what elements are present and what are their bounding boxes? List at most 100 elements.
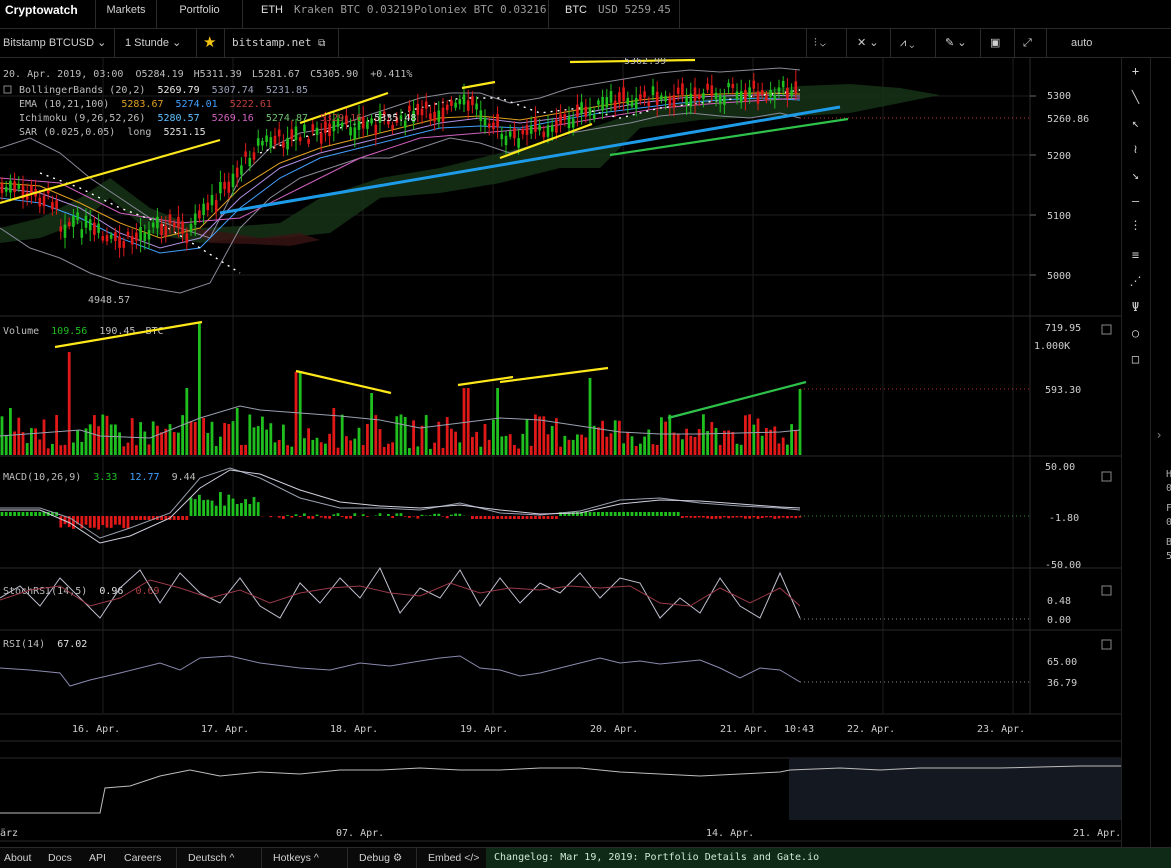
changelog-banner[interactable]: Changelog: Mar 19, 2019: Portfolio Detai… bbox=[486, 848, 1171, 868]
nav-portfolio[interactable]: Portfolio bbox=[157, 0, 243, 28]
candle-body bbox=[169, 214, 172, 223]
crosshair-tool-icon[interactable]: + bbox=[1122, 64, 1149, 78]
close-pane-icon[interactable] bbox=[1102, 586, 1111, 595]
candle-body bbox=[429, 113, 432, 119]
candle-body bbox=[417, 104, 420, 115]
volume-bar bbox=[68, 352, 71, 455]
candle-body bbox=[249, 158, 252, 166]
navigator-window[interactable] bbox=[789, 758, 1121, 820]
trading-chart[interactable]: 5300 5200 5100 5000 5260.86 4948.57 5362… bbox=[0, 58, 1121, 848]
indicators-button[interactable]: ⩘ ⌄ bbox=[900, 29, 914, 57]
curve-tool-icon[interactable]: ≀ bbox=[1122, 142, 1149, 156]
svg-text:20. Apr. 2019, 03:00 O52: 20. Apr. 2019, 03:00 O5284.19 H5311.39 L… bbox=[3, 69, 412, 80]
close-pane-icon[interactable] bbox=[1102, 325, 1111, 334]
rectangle-tool-icon[interactable]: □ bbox=[1122, 352, 1149, 366]
volume-bars bbox=[1, 323, 802, 455]
market-selector[interactable]: Bitstamp BTCUSD ⌄ bbox=[3, 29, 106, 57]
hotkeys-button[interactable]: Hotkeys ^ bbox=[273, 848, 319, 868]
candle-body bbox=[114, 232, 117, 241]
candle-body bbox=[165, 226, 168, 237]
macd-bar bbox=[794, 516, 797, 518]
candle-body bbox=[610, 91, 613, 103]
embed-button[interactable]: Embed </> bbox=[428, 848, 479, 868]
footer-careers-link[interactable]: Careers bbox=[124, 848, 161, 868]
close-pane-icon[interactable] bbox=[1102, 472, 1111, 481]
chart-toolbar: Bitstamp BTCUSD ⌄ 1 Stunde ⌄ ★ bitstamp.… bbox=[0, 29, 1171, 58]
macd-bar bbox=[106, 516, 109, 528]
collapse-legend-icon[interactable] bbox=[4, 86, 11, 93]
volume-bar bbox=[475, 432, 478, 455]
macd-bar bbox=[517, 516, 520, 519]
fullscreen-button[interactable]: ⤢ bbox=[1023, 29, 1032, 57]
footer-api-link[interactable]: API bbox=[89, 848, 106, 868]
interval-selector[interactable]: 1 Stunde ⌄ bbox=[125, 29, 181, 57]
footer-docs-link[interactable]: Docs bbox=[48, 848, 72, 868]
volume-bar bbox=[164, 429, 167, 455]
pitchfork-tool-icon[interactable]: Ψ bbox=[1122, 300, 1149, 314]
draw-button[interactable]: ✎ ⌄ bbox=[945, 29, 967, 57]
volume-bar bbox=[639, 444, 642, 455]
volume-bar bbox=[127, 443, 130, 455]
vertical-line-tool-icon[interactable]: ⋮ bbox=[1122, 218, 1149, 232]
screenshot-button[interactable]: ▣ bbox=[990, 29, 1000, 57]
volume-bar bbox=[72, 442, 75, 455]
volume-bar bbox=[114, 425, 117, 455]
macd-bar bbox=[437, 514, 440, 516]
debug-button[interactable]: Debug ⚙ bbox=[359, 848, 402, 868]
line-tool-icon[interactable]: ╲ bbox=[1122, 90, 1149, 104]
fan-tool-icon[interactable]: ⋰ bbox=[1122, 274, 1149, 288]
compare-button[interactable]: ✕ ⌄ bbox=[857, 29, 879, 57]
macd-bar bbox=[89, 516, 92, 528]
candle-body bbox=[219, 182, 222, 193]
nav-markets[interactable]: Markets bbox=[96, 0, 157, 28]
candle-body bbox=[253, 152, 256, 159]
macd-bar bbox=[618, 512, 621, 516]
close-pane-icon[interactable] bbox=[1102, 640, 1111, 649]
arrow-tool-icon[interactable]: ↘ bbox=[1122, 168, 1149, 182]
language-selector[interactable]: Deutsch ^ bbox=[188, 848, 234, 868]
volume-bar bbox=[122, 446, 125, 455]
favorite-star-icon[interactable]: ★ bbox=[203, 29, 216, 57]
macd-bar bbox=[513, 516, 516, 519]
horizontal-line-tool-icon[interactable]: — bbox=[1122, 194, 1149, 208]
macd-bar bbox=[752, 516, 755, 517]
candle-body bbox=[1, 183, 4, 193]
ticker-btc[interactable]: BTC USD 5259.45 bbox=[549, 0, 680, 28]
interval-label: 1 Stunde bbox=[125, 37, 169, 49]
ray-tool-icon[interactable]: ↖ bbox=[1122, 116, 1149, 130]
volume-bar bbox=[47, 448, 50, 455]
volume-bar bbox=[530, 446, 533, 455]
expand-panel-icon[interactable]: › bbox=[1150, 428, 1168, 442]
candle-body bbox=[723, 97, 726, 105]
macd-bar bbox=[30, 512, 33, 516]
footer-about-link[interactable]: About bbox=[4, 848, 31, 868]
parallel-channel-tool-icon[interactable]: ≡ bbox=[1122, 248, 1149, 262]
candle-body bbox=[198, 210, 201, 218]
circle-tool-icon[interactable]: ○ bbox=[1122, 326, 1149, 340]
macd-bar bbox=[496, 516, 499, 519]
candle-body bbox=[265, 136, 268, 142]
volume-bar bbox=[736, 444, 739, 455]
stochrsi-pane: StochRSI(14,5) 0.96 0.69 0.48 0.00 bbox=[0, 568, 1111, 626]
candle-body bbox=[727, 83, 730, 87]
macd-bar bbox=[101, 516, 104, 525]
ticker-eth[interactable]: ETH Kraken BTC 0.03219 Poloniex BTC 0.03… bbox=[243, 0, 549, 28]
macd-bottom-label: -50.00 bbox=[1045, 560, 1081, 571]
macd-bar bbox=[584, 512, 587, 516]
exchange-link[interactable]: bitstamp.net ⧉ bbox=[232, 29, 325, 57]
candle-body bbox=[64, 225, 67, 238]
macd-bar bbox=[429, 515, 432, 516]
volume-bar bbox=[379, 429, 382, 455]
volume-bar bbox=[156, 426, 159, 455]
overview-navigator[interactable]: ärz 07. Apr. 14. Apr. 21. Apr. bbox=[0, 758, 1121, 839]
candle-body bbox=[55, 200, 58, 209]
scale-auto-button[interactable]: auto bbox=[1071, 29, 1092, 57]
candle-body bbox=[652, 86, 655, 95]
candle-body bbox=[39, 198, 42, 207]
macd-bar bbox=[198, 495, 201, 516]
chart-type-button[interactable]: ⫶ ⌄ bbox=[814, 29, 826, 57]
brand-logo[interactable]: Cryptowatch bbox=[0, 0, 96, 28]
macd-bar bbox=[290, 516, 293, 518]
macd-histogram bbox=[1, 492, 802, 529]
macd-bar bbox=[723, 516, 726, 517]
